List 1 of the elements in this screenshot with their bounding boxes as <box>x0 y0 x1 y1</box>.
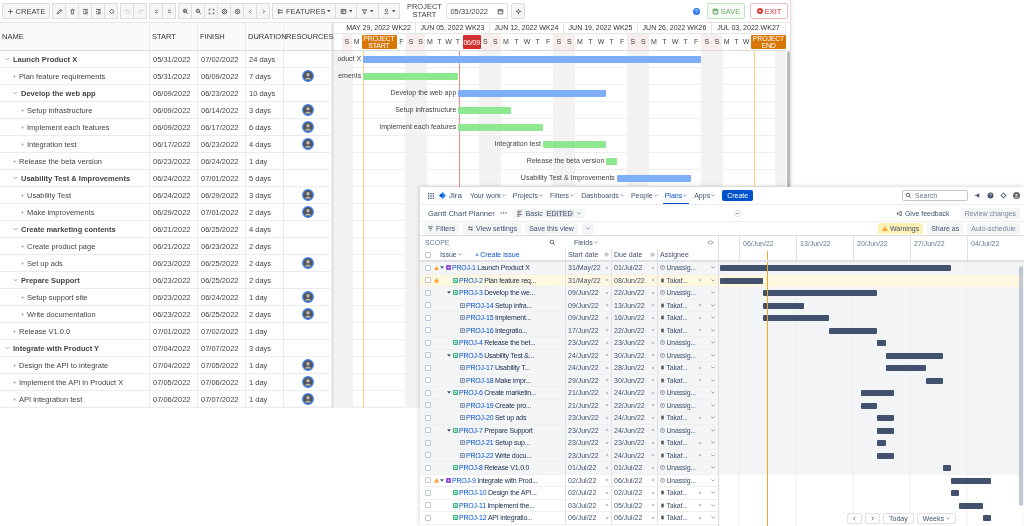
product-name[interactable]: Jira <box>449 191 462 200</box>
